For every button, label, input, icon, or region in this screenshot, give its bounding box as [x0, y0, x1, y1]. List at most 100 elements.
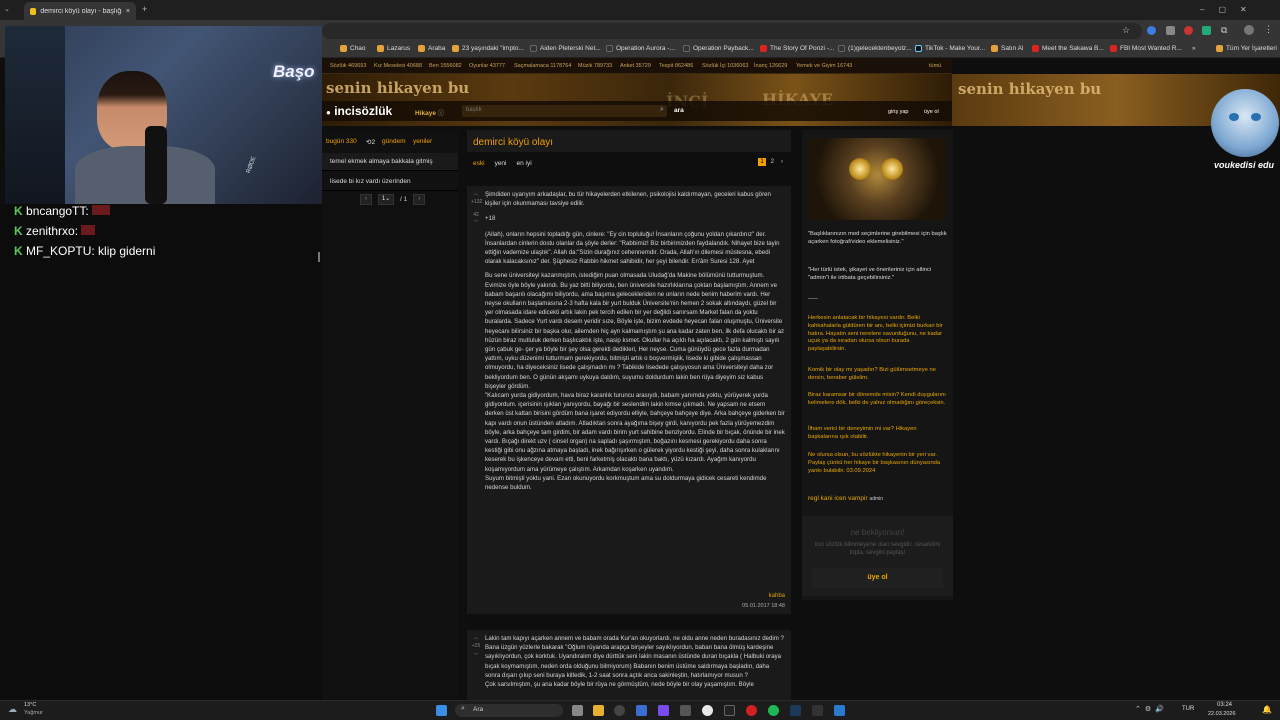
weather-desc[interactable]: Yağmur [24, 710, 43, 716]
app-icon[interactable] [614, 705, 625, 716]
gundem-link[interactable]: gündem [382, 138, 406, 145]
scrollbar[interactable] [318, 252, 320, 262]
extensions-puzzle-icon[interactable]: ⧉ [1221, 25, 1227, 36]
category-link[interactable]: Yemek ve Giyim 16743 [796, 63, 852, 69]
section-label[interactable]: Hikaye ⓘ [415, 107, 444, 117]
task-view-icon[interactable] [572, 705, 583, 716]
page-number-current[interactable]: 1 [758, 158, 766, 166]
bookmark-item[interactable]: (1)gelecektenbeyolz... [838, 45, 912, 52]
extension-icon[interactable] [1184, 26, 1193, 35]
chrome-icon[interactable] [702, 705, 713, 716]
extension-icon[interactable] [1147, 26, 1156, 35]
bookmark-item[interactable]: Aiden Pleterski Net... [530, 45, 601, 52]
bookmark-item[interactable]: Operation Aurora -... [606, 45, 675, 52]
upvote-icon[interactable]: ︿ [471, 634, 481, 641]
bookmark-item[interactable]: Meet the Sakawa B... [1032, 45, 1104, 52]
clock-date[interactable]: 22.03.2026 [1208, 711, 1236, 717]
topic-title[interactable]: demirci köyü olayı [473, 137, 553, 148]
app-icon[interactable] [812, 705, 823, 716]
window-controls[interactable]: –▢✕ [1200, 5, 1261, 14]
category-link[interactable]: Saçmalamaca 1178764 [514, 63, 571, 69]
bookmark-item[interactable]: TikTok - Make Your... [915, 45, 985, 52]
tab-eski[interactable]: eski [473, 160, 485, 167]
login-link[interactable]: giriş yap [888, 109, 908, 115]
bookmarks-overflow-button[interactable]: » [1192, 45, 1196, 52]
entry-author[interactable]: kahba [769, 593, 785, 599]
category-link[interactable]: Oyunlar 43777 [469, 63, 505, 69]
entry-date[interactable]: 05.01.2017 18:48 [742, 603, 785, 609]
refresh-button[interactable]: ⟲2 [366, 138, 375, 146]
bookmark-item[interactable]: The Story Of Ponzi -... [760, 45, 834, 52]
app-icon[interactable] [636, 705, 647, 716]
search-button[interactable]: ara [674, 107, 684, 114]
notification-icon[interactable]: 🔔 [1262, 705, 1272, 714]
category-link[interactable]: Sözlük İçi 1036063 [702, 63, 748, 69]
category-link[interactable]: Anket 35729 [620, 63, 651, 69]
discord-icon[interactable] [658, 705, 669, 716]
tab-yeni[interactable]: yeni [495, 160, 507, 167]
app-icon[interactable] [680, 705, 691, 716]
next-page-button[interactable]: › [413, 194, 426, 205]
new-tab-button[interactable]: + [142, 4, 147, 14]
file-explorer-icon[interactable] [593, 705, 604, 716]
entry-paragraph: (Allah), onların hepsini topladığı gün, … [485, 230, 780, 266]
admin-signature[interactable]: regl kani icen vampir admin [808, 495, 948, 504]
folder-icon [340, 45, 347, 52]
bookmark-item[interactable]: FBI Most Wanted R... [1110, 45, 1182, 52]
bookmark-star-icon[interactable]: ☆ [1122, 25, 1130, 36]
tab-menu-icon[interactable]: ⌄ [4, 5, 14, 15]
tab-en-iyi[interactable]: en iyi [517, 160, 532, 167]
language-indicator[interactable]: TUR [1182, 706, 1194, 712]
search-input[interactable]: başlık [462, 105, 667, 117]
category-link[interactable]: Tespit 862486 [659, 63, 693, 69]
sidebar-topic[interactable]: lisede bi kız vardı üzerinden [322, 173, 458, 191]
spotify-icon[interactable] [768, 705, 779, 716]
taskbar-search[interactable]: Ara [455, 704, 563, 717]
page-number[interactable]: 2 [769, 158, 776, 166]
category-link[interactable]: Ben 1556082 [429, 63, 462, 69]
page-next[interactable]: › [779, 158, 785, 166]
app-icon[interactable] [724, 705, 735, 716]
profile-avatar[interactable] [1244, 25, 1254, 35]
site-logo[interactable]: ● incisözlük [326, 104, 392, 118]
today-link[interactable]: bugün 330 [326, 138, 357, 145]
category-link[interactable]: tümü [929, 63, 941, 69]
address-bar[interactable] [322, 23, 1142, 39]
category-link[interactable]: Sözlük 469693 [330, 63, 366, 69]
upvote-icon[interactable]: ︿ [471, 190, 481, 197]
weather-icon[interactable]: ☁ [8, 704, 17, 715]
chat-overlay: K bncangoTT: K zenithrxo: K MF_KOPTU: kl… [0, 204, 322, 700]
start-icon[interactable] [436, 705, 447, 716]
search-icon[interactable]: ⌕ [660, 106, 664, 114]
bookmark-item[interactable]: 23 yaşındaki "impto... [452, 45, 524, 52]
downvote-icon[interactable]: ﹀ [471, 652, 481, 659]
yeniler-link[interactable]: yeniler [413, 138, 432, 145]
category-link[interactable]: Müzik 789733 [578, 63, 612, 69]
tray-icons[interactable]: ⌃⚙🔊 [1135, 705, 1168, 713]
prev-page-button[interactable]: ‹ [360, 194, 372, 205]
info-icon[interactable]: ⓘ [438, 110, 445, 117]
tab-close-icon[interactable]: × [126, 8, 130, 15]
bookmark-item[interactable]: Satın Al [991, 45, 1023, 52]
browser-tab-active[interactable]: demirci köyü olayı - başlığı açan × [24, 2, 136, 20]
bookmark-item[interactable]: Lazarus [377, 45, 410, 52]
steam-icon[interactable] [790, 705, 801, 716]
signup-link[interactable]: üye ol [924, 109, 939, 115]
category-link[interactable]: Kız Meselesi 40688 [374, 63, 422, 69]
clock-time[interactable]: 03:24 [1217, 702, 1232, 708]
bookmark-item[interactable]: Chao [340, 45, 366, 52]
extension-icon[interactable] [1202, 26, 1211, 35]
app-icon[interactable] [834, 705, 845, 716]
extension-icon[interactable] [1166, 26, 1175, 35]
app-icon[interactable] [746, 705, 757, 716]
browser-menu-icon[interactable]: ⋮ [1264, 24, 1273, 35]
all-bookmarks-button[interactable]: Tüm Yer İşaretleri [1216, 45, 1277, 52]
signup-button[interactable]: üye ol [812, 568, 943, 588]
downvote-icon[interactable]: ﹀ [471, 219, 481, 226]
bookmark-item[interactable]: Operation Payback... [683, 45, 754, 52]
bookmark-item[interactable]: Araba [418, 45, 445, 52]
page-select[interactable]: 1⌄ [378, 194, 394, 205]
category-link[interactable]: İnanç 126629 [754, 63, 787, 69]
weather-temp[interactable]: 13°C [24, 702, 36, 708]
sidebar-topic[interactable]: temel ekmek almaya bakkala gitmiş [322, 153, 458, 171]
